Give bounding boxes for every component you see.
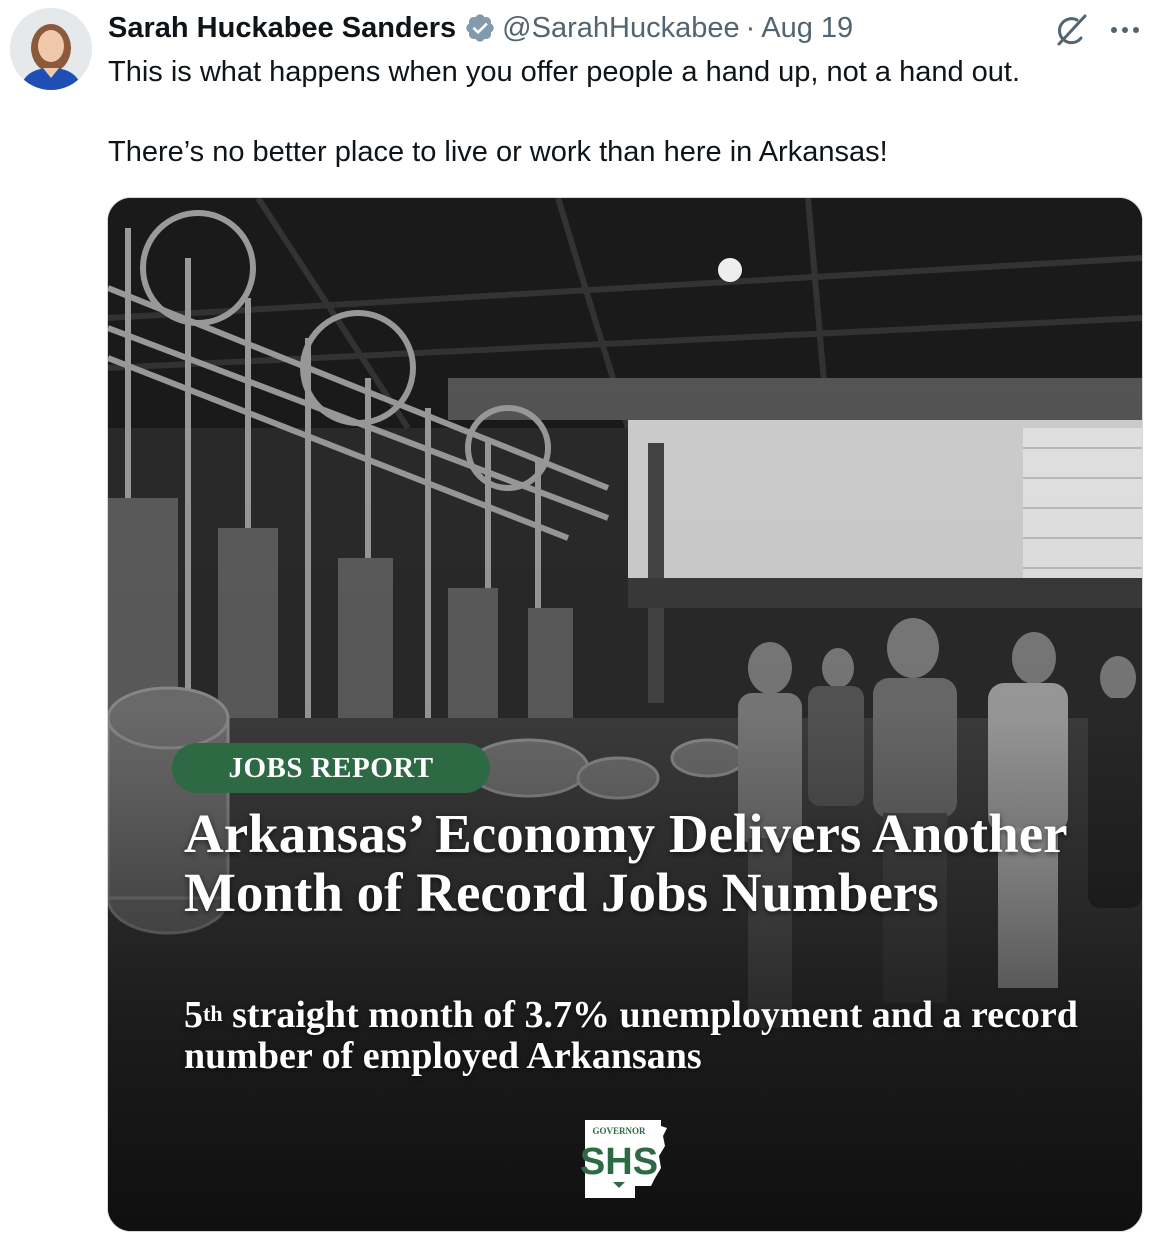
- tweet: Sarah Huckabee Sanders @SarahHuckabee · …: [0, 0, 1170, 1246]
- grok-icon[interactable]: [1053, 12, 1089, 48]
- media-subheadline: 5th straight month of 3.7% unemployment …: [184, 995, 1114, 1077]
- governor-shs-logo: GOVERNOR SHS: [580, 1120, 667, 1198]
- media-headline: Arkansas’ Economy Delivers Another Month…: [184, 803, 1067, 923]
- logo-shs-text: SHS: [580, 1141, 658, 1183]
- tweet-text: This is what happens when you offer peop…: [108, 56, 1021, 168]
- author-avatar[interactable]: [10, 8, 92, 90]
- logo-governor-text: GOVERNOR: [592, 1126, 646, 1136]
- tweet-header: Sarah Huckabee Sanders @SarahHuckabee · …: [108, 8, 853, 48]
- tweet-date[interactable]: Aug 19: [761, 12, 853, 45]
- more-icon[interactable]: [1108, 18, 1142, 42]
- author-name[interactable]: Sarah Huckabee Sanders: [108, 12, 456, 45]
- sub-number: 5: [184, 994, 203, 1036]
- sub-text: straight month of 3.7% unemployment and …: [184, 994, 1078, 1077]
- tweet-media[interactable]: JOBS REPORT Arkansas’ Economy Delivers A…: [107, 197, 1143, 1232]
- header-separator: ·: [745, 11, 756, 44]
- verified-badge-icon[interactable]: [464, 12, 496, 44]
- sub-ordinal: th: [203, 1001, 223, 1026]
- author-handle[interactable]: @SarahHuckabee: [502, 12, 739, 45]
- avatar-image: [10, 8, 92, 90]
- jobs-report-pill: JOBS REPORT: [172, 743, 490, 793]
